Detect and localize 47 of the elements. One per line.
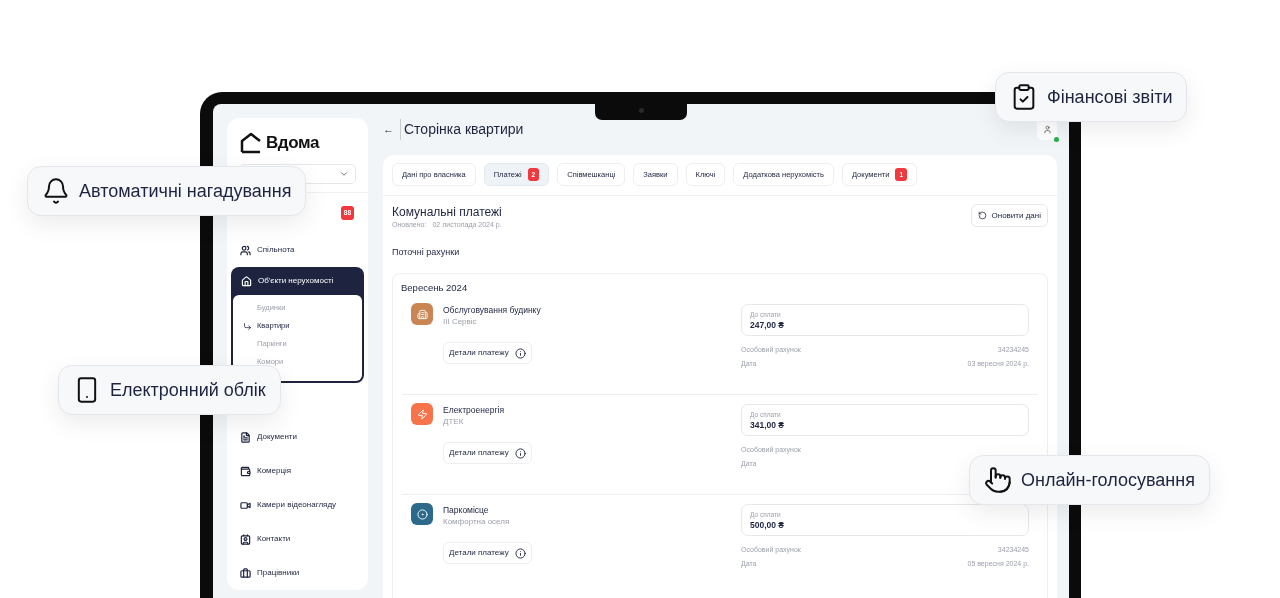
feature-label: Автоматичні нагадування bbox=[79, 179, 292, 203]
house-icon bbox=[241, 275, 252, 287]
lightning-icon bbox=[416, 408, 428, 420]
refresh-icon bbox=[977, 211, 987, 220]
service-title: Обслуговування будинку bbox=[443, 304, 541, 317]
provider-name: ДТЕК bbox=[443, 416, 465, 429]
bell-icon bbox=[42, 177, 70, 205]
user-icon bbox=[1042, 124, 1052, 134]
feature-label: Електронний облік bbox=[110, 378, 266, 402]
sidebar-item[interactable]: Контакти bbox=[227, 522, 368, 556]
building-icon bbox=[416, 308, 428, 320]
provider-name: Комфортна оселя bbox=[443, 516, 510, 529]
info-icon bbox=[514, 347, 526, 359]
sidebar-item[interactable]: Комерція bbox=[227, 454, 368, 488]
payment-details-button[interactable]: Детали платежу bbox=[443, 342, 532, 365]
subsection-title: Поточні рахунки bbox=[391, 245, 461, 259]
service-title: Електроенергія bbox=[443, 404, 504, 417]
sidebar-item[interactable]: Працівники bbox=[227, 556, 368, 590]
refresh-button[interactable]: Оновити дані bbox=[970, 204, 1048, 227]
briefcase-icon bbox=[240, 567, 251, 579]
pointer-icon bbox=[984, 466, 1012, 494]
provider-name: ІІІ Сервіс bbox=[443, 316, 478, 329]
sidebar-item[interactable]: Спільнота bbox=[227, 233, 368, 267]
chevron-down-icon bbox=[339, 169, 349, 179]
section-title: Комунальні платежі bbox=[392, 204, 502, 220]
service-title: Паркомісце bbox=[443, 504, 490, 517]
month-title: Вересень 2024 bbox=[400, 281, 469, 295]
circle-icon bbox=[416, 508, 428, 520]
logo-text: Вдома bbox=[266, 132, 319, 155]
wallet-icon bbox=[240, 465, 251, 477]
back-button[interactable]: ← bbox=[383, 120, 394, 138]
house-outline-icon bbox=[239, 132, 263, 154]
info-icon bbox=[514, 447, 526, 459]
people-icon bbox=[240, 244, 251, 256]
sidebar-item[interactable]: Камери відеонагляду bbox=[227, 488, 368, 522]
info-icon bbox=[514, 547, 526, 559]
payment-details-button[interactable]: Детали платежу bbox=[443, 542, 532, 565]
feature-label: Онлайн-голосування bbox=[1021, 468, 1195, 492]
contact-icon bbox=[240, 533, 251, 545]
payment-details-button[interactable]: Детали платежу bbox=[443, 442, 532, 465]
sub-arrow-icon bbox=[243, 321, 252, 331]
sidebar-item[interactable]: Об'єкти нерухомості bbox=[233, 267, 362, 295]
camera-icon bbox=[240, 499, 251, 511]
sidebar-item[interactable]: Документи bbox=[227, 420, 368, 454]
document-icon bbox=[240, 431, 251, 443]
feature-label: Фінансові звіти bbox=[1047, 85, 1173, 109]
page-title: Сторінка квартири bbox=[400, 118, 524, 140]
